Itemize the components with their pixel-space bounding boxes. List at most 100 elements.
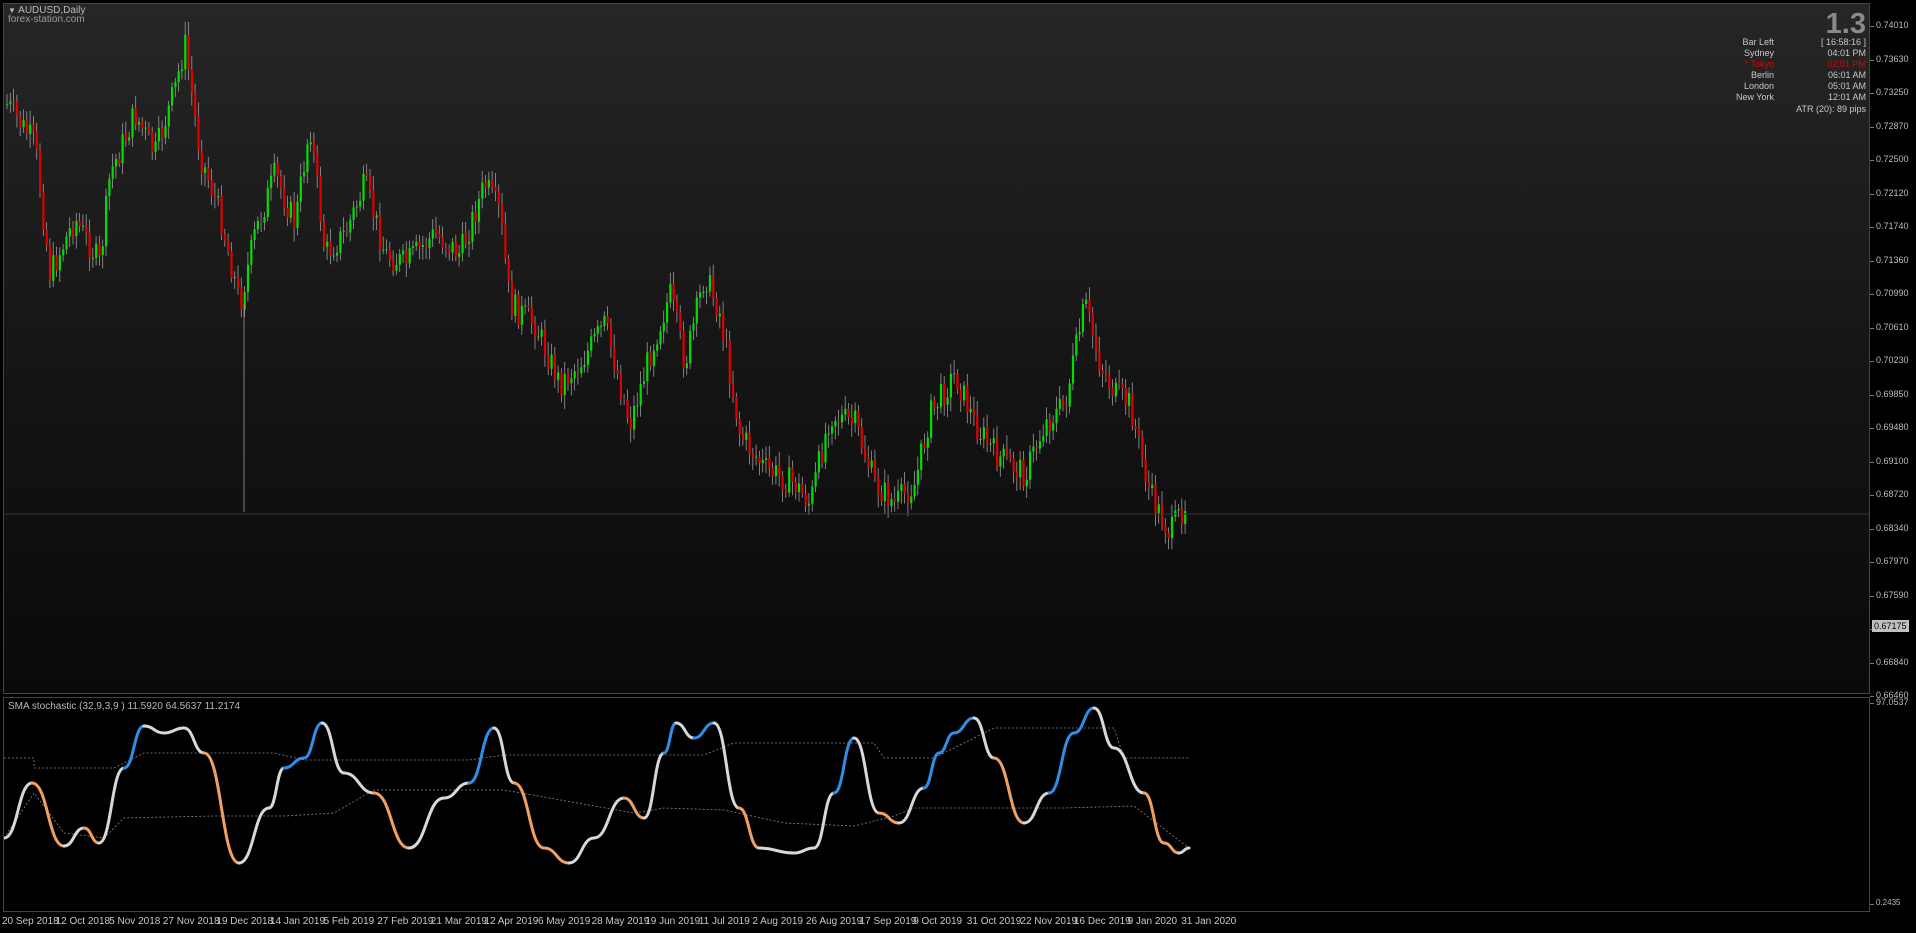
candle-body bbox=[774, 465, 778, 477]
price-tick: 0.69480 bbox=[1870, 422, 1909, 432]
candle-body bbox=[121, 134, 124, 164]
time-axis[interactable]: 20 Sep 2018 12 Oct 2018 5 Nov 2018 27 Nov 2… bbox=[0, 912, 1916, 933]
stochastic-segment bbox=[937, 731, 956, 755]
date-label: 22 Nov 2019 bbox=[1020, 916, 1078, 927]
candle-body bbox=[831, 426, 834, 434]
stochastic-segment bbox=[737, 806, 761, 850]
candle-body bbox=[1098, 350, 1101, 371]
candle-body bbox=[128, 137, 131, 141]
stochastic-segment bbox=[372, 791, 411, 850]
candle-body bbox=[695, 297, 698, 324]
candle-body bbox=[1104, 373, 1108, 375]
candle-body bbox=[355, 206, 358, 208]
candle-body bbox=[75, 221, 78, 237]
price-chart-pane[interactable]: ▼ AUDUSD,Daily forex-station.com 1.3 Bar… bbox=[3, 3, 1870, 694]
candle-body bbox=[114, 158, 118, 167]
candle-body bbox=[547, 354, 550, 369]
price-axis[interactable]: 0.74010 0.73630 0.73250 0.72870 0.72500 0.721… bbox=[1870, 3, 1916, 700]
candle-body bbox=[230, 251, 233, 279]
candle-body bbox=[1015, 471, 1018, 478]
candle-body bbox=[312, 142, 316, 154]
candle-body bbox=[887, 482, 890, 507]
candle-body bbox=[702, 292, 705, 294]
stochastic-segment bbox=[1162, 841, 1181, 855]
candle-body bbox=[144, 127, 147, 129]
candle-body bbox=[289, 201, 292, 218]
price-tick: 0.70610 bbox=[1870, 321, 1909, 332]
date-label: 16 Dec 2019 bbox=[1074, 916, 1131, 927]
candle-body bbox=[286, 207, 289, 218]
indicator-axis-bottom: 0.2435 bbox=[1869, 898, 1901, 907]
price-tick: 0.69100 bbox=[1870, 455, 1909, 466]
candle-body bbox=[732, 384, 735, 397]
stochastic-segment bbox=[30, 781, 66, 848]
date-label: 9 Jan 2020 bbox=[1127, 916, 1178, 927]
candle-body bbox=[138, 121, 141, 125]
stochastic-chart bbox=[4, 706, 1191, 865]
date-label: 12 Oct 2018 bbox=[55, 916, 111, 927]
session-time: 05:01 AM bbox=[1827, 81, 1866, 91]
candle-body bbox=[946, 397, 949, 405]
indicator-pane[interactable]: SMA stochastic (32,9,3,9 ) 11.5920 64.56… bbox=[3, 697, 1870, 912]
indicator-axis[interactable]: 97.0537 0.2435 bbox=[1869, 697, 1916, 912]
candle-body bbox=[854, 410, 857, 424]
stochastic-segment bbox=[1072, 706, 1096, 735]
candle-body bbox=[369, 176, 372, 190]
price-tick: 0.68340 bbox=[1870, 522, 1909, 533]
candle-body bbox=[586, 350, 589, 365]
price-tick: 0.66840 bbox=[1870, 656, 1909, 667]
date-label: 9 Oct 2019 bbox=[913, 916, 963, 927]
stochastic-segment bbox=[82, 826, 101, 845]
candle-body bbox=[1137, 428, 1141, 436]
candle-body bbox=[441, 237, 444, 248]
candle-body bbox=[1177, 509, 1180, 511]
candle-body bbox=[217, 196, 220, 198]
candle-body bbox=[468, 241, 471, 244]
watermark-text: forex-station.com bbox=[8, 14, 85, 25]
session-label: New York bbox=[1735, 92, 1774, 102]
candle-body bbox=[778, 465, 781, 476]
candle-body bbox=[553, 354, 556, 380]
candle-body bbox=[794, 481, 797, 493]
candle-body bbox=[210, 180, 213, 196]
candle-body bbox=[712, 274, 715, 299]
candle-body bbox=[359, 200, 362, 207]
price-tick: 0.72870 bbox=[1870, 120, 1909, 131]
candle-body bbox=[662, 322, 665, 332]
candle-body bbox=[451, 241, 454, 253]
candle-body bbox=[910, 496, 913, 504]
candle-body bbox=[207, 167, 210, 181]
stochastic-segment bbox=[4, 781, 34, 840]
candle-body bbox=[824, 434, 827, 463]
session-row: * Tokyo 02:01 PM bbox=[1694, 59, 1866, 70]
stochastic-segment bbox=[1112, 746, 1146, 795]
stochastic-segment bbox=[442, 781, 471, 800]
stochastic-segment bbox=[792, 846, 816, 855]
date-label: 12 Apr 2019 bbox=[484, 916, 539, 927]
candle-body bbox=[689, 330, 692, 364]
candle-body bbox=[471, 211, 474, 242]
candle-body bbox=[88, 232, 91, 259]
candle-body bbox=[593, 333, 596, 337]
candle-body bbox=[1151, 484, 1154, 489]
candle-body bbox=[306, 144, 309, 173]
candle-body bbox=[596, 326, 599, 334]
stochastic-segment bbox=[662, 721, 678, 755]
candle-body bbox=[1118, 382, 1121, 385]
candle-body bbox=[781, 475, 784, 490]
candle-body bbox=[1038, 441, 1042, 449]
session-time: 04:01 PM bbox=[1827, 48, 1866, 58]
candle-body bbox=[936, 407, 939, 409]
chart-window[interactable]: ▼ AUDUSD,Daily forex-station.com 1.3 Bar… bbox=[0, 0, 1916, 933]
candle-body bbox=[788, 467, 791, 493]
candle-body bbox=[573, 371, 576, 379]
candle-body bbox=[847, 408, 850, 418]
candle-body bbox=[883, 482, 886, 502]
candle-body bbox=[857, 410, 860, 428]
candle-body bbox=[1085, 299, 1088, 305]
session-row: Sydney 04:01 PM bbox=[1694, 48, 1866, 59]
candle-body bbox=[699, 292, 702, 298]
candle-body bbox=[382, 249, 385, 251]
date-label: 26 Aug 2019 bbox=[806, 916, 863, 927]
candle-body bbox=[461, 233, 464, 254]
